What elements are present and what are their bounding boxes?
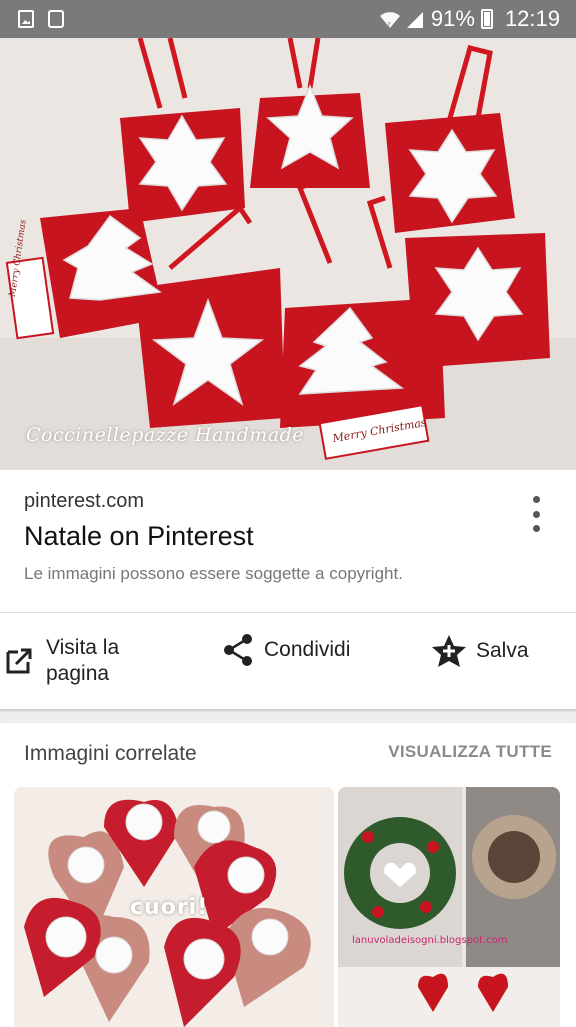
share-label: Condividi <box>264 638 351 661</box>
related-images-section: Immagini correlate VISUALIZZA TUTTE cuor… <box>0 723 576 1027</box>
action-bar: Visita la pagina Condividi Salva <box>0 613 576 709</box>
save-button[interactable]: Salva <box>430 633 529 669</box>
clock: 12:19 <box>504 6 560 31</box>
recycle-icon <box>48 10 64 28</box>
section-gap <box>0 709 576 723</box>
related-thumbnail[interactable]: cuori! <box>14 787 334 1027</box>
thumbnail-caption: lanuvoladeisogni.blogspot.com <box>352 935 508 946</box>
visit-page-button[interactable]: Visita la pagina <box>4 635 166 687</box>
visit-label-line1: Visita la <box>46 636 120 659</box>
status-bar: ? 91% 12:19 <box>0 0 576 38</box>
battery-icon <box>480 9 493 29</box>
thumbnail-caption: cuori! <box>130 895 209 920</box>
visit-label-line2: pagina <box>46 662 110 685</box>
related-title: Immagini correlate <box>24 742 197 765</box>
image-icon <box>18 10 34 28</box>
result-title[interactable]: Natale on Pinterest <box>24 521 254 552</box>
related-thumbnail[interactable]: lanuvoladeisogni.blogspot.com <box>338 787 560 1027</box>
copyright-note: Le immagini possono essere soggette a co… <box>24 564 403 583</box>
share-button[interactable]: Condividi <box>222 633 350 667</box>
share-icon <box>224 634 252 666</box>
battery-percent: 91% <box>430 6 475 31</box>
save-label: Salva <box>476 639 529 662</box>
more-vert-icon[interactable] <box>524 494 548 534</box>
open-in-new-icon <box>6 648 32 674</box>
star-icon <box>432 635 466 667</box>
image-watermark: Coccinellepazze Handmade <box>26 424 305 446</box>
view-all-link[interactable]: VISUALIZZA TUTTE <box>388 742 552 762</box>
hero-image[interactable]: Coccinellepazze Handmade Merry Christmas… <box>0 38 576 470</box>
wifi-icon: ? <box>379 11 400 29</box>
result-site[interactable]: pinterest.com <box>24 490 144 513</box>
result-info: pinterest.com Natale on Pinterest Le imm… <box>0 470 576 612</box>
signal-icon <box>405 10 425 28</box>
svg-text:?: ? <box>387 21 391 29</box>
